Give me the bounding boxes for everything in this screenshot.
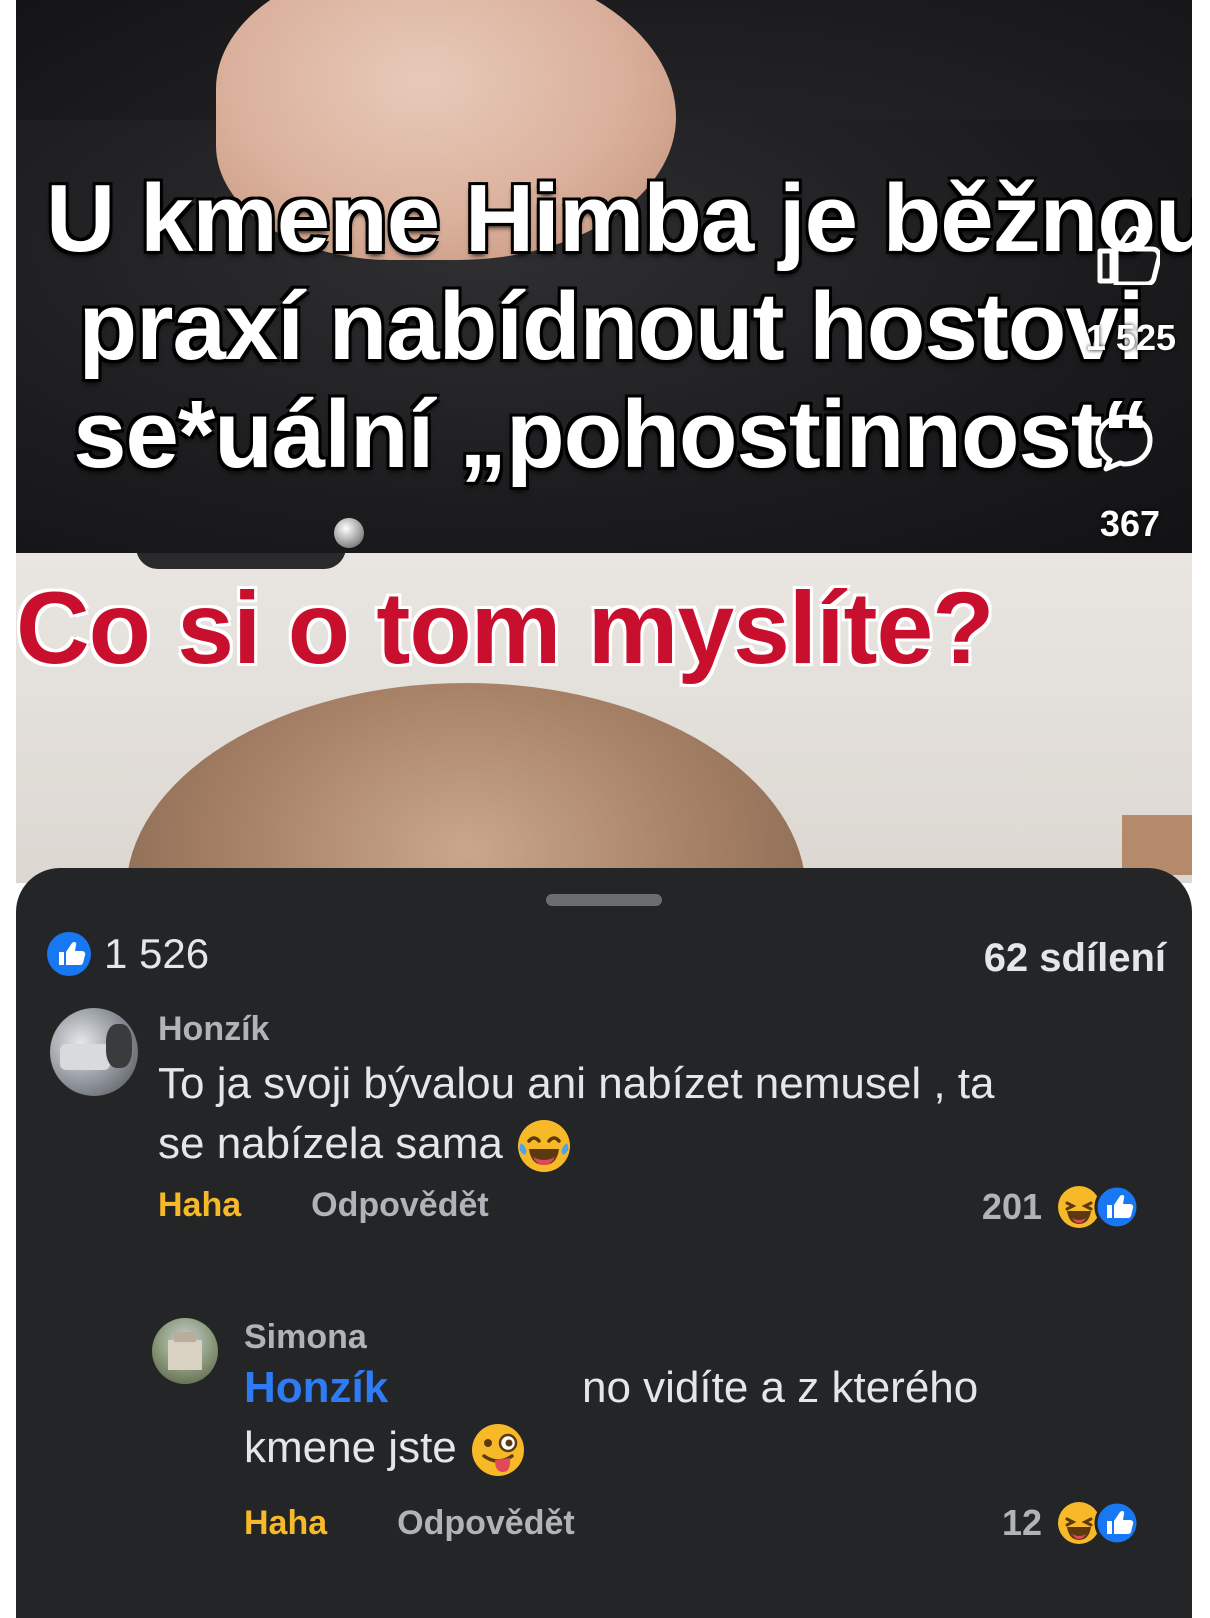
comment-count: 367 [1099, 503, 1160, 544]
comment-text-line: To ja svoji bývalou ani nabízet nemusel … [158, 1059, 995, 1108]
share-count[interactable]: 62 sdílení [984, 936, 1166, 981]
comment-actions: Haha Odpovědět [244, 1504, 575, 1543]
comments-sheet: 1 526 62 sdílení Honzík To ja svoji býva… [16, 868, 1192, 1618]
reaction-count: 1 526 [104, 930, 210, 977]
comment-reaction-count: 201 [981, 1186, 1042, 1227]
avatar[interactable] [152, 1318, 218, 1384]
thumbs-up-icon [1097, 226, 1162, 287]
reply-comment-item: Simona Honzík no vidíte a z kterého kmen… [16, 1318, 1192, 1618]
video-notch [136, 553, 346, 569]
comment-item: Honzík To ja svoji bývalou ani nabízet n… [16, 1008, 1192, 1248]
comment-text-line: se nabízela sama [158, 1119, 503, 1168]
comment-text-line-1: Honzík no vidíte a z kterého [244, 1358, 1144, 1418]
comment-reaction-summary[interactable]: 12 [1002, 1500, 1140, 1546]
like-reaction-icon [47, 932, 91, 976]
overlay-line-2: praxí nabídnout hostovi [78, 273, 1144, 380]
comment-text: Honzík no vidíte a z kterého kmene jste [244, 1358, 1144, 1479]
overlay-line-1: U kmene Himba je běžnou [46, 165, 1192, 272]
video-shelf [1122, 815, 1192, 875]
comment-author[interactable]: Honzík [158, 1010, 269, 1049]
video-button-detail [334, 518, 364, 548]
comment-text-line-2: se nabízela sama [158, 1114, 1118, 1175]
haha-reaction-button[interactable]: Haha [244, 1504, 327, 1543]
reply-button[interactable]: Odpovědět [397, 1504, 575, 1543]
comment-bubble-icon [1095, 414, 1153, 472]
video-overlay-text: U kmene Himba je běžnou praxí nabídnout … [46, 165, 1192, 489]
overlay-line-3: se*uální „pohostinnost“ [73, 381, 1150, 488]
comment-button[interactable] [1094, 412, 1154, 477]
reaction-summary[interactable]: 1 526 [46, 930, 209, 978]
winking-tongue-emoji-icon [472, 1424, 524, 1477]
like-emoji-icon [1094, 1184, 1140, 1230]
video-person-hair [126, 683, 806, 883]
mention-link[interactable]: Honzík [244, 1363, 388, 1412]
haha-reaction-button[interactable]: Haha [158, 1186, 241, 1225]
reply-button[interactable]: Odpovědět [311, 1186, 489, 1225]
comment-text-line: kmene jste [244, 1423, 457, 1472]
comment-actions: Haha Odpovědět [158, 1186, 489, 1225]
post-stats: 1 526 62 sdílení [46, 930, 1166, 990]
comment-reaction-summary[interactable]: 201 [982, 1184, 1140, 1230]
like-button[interactable] [1094, 225, 1162, 290]
top-video[interactable]: U kmene Himba je běžnou praxí nabídnout … [16, 0, 1192, 553]
comment-author[interactable]: Simona [244, 1318, 367, 1357]
like-emoji-icon [1094, 1500, 1140, 1546]
like-count: 1 525 [1085, 317, 1176, 358]
comment-text: To ja svoji bývalou ani nabízet nemusel … [158, 1054, 1118, 1175]
comment-text-line: no vidíte a z kterého [582, 1363, 979, 1412]
sheet-drag-handle[interactable] [546, 894, 662, 906]
video-caption: Co si o tom myslíte? [16, 571, 995, 685]
avatar[interactable] [50, 1008, 138, 1096]
comment-reaction-count: 12 [1001, 1502, 1042, 1543]
comment-text-line-2: kmene jste [244, 1418, 1144, 1479]
tears-of-joy-emoji-icon [518, 1120, 571, 1173]
second-video[interactable]: Co si o tom myslíte? [16, 553, 1192, 883]
